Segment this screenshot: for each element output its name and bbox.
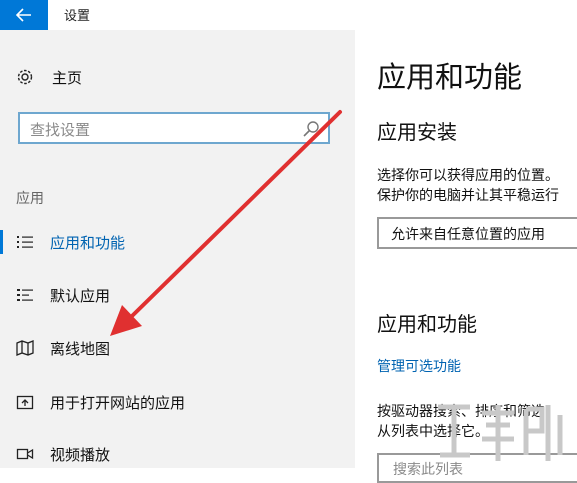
sidebar-item-label: 应用和功能: [50, 234, 126, 252]
search-icon: [303, 121, 319, 137]
sidebar-item-label: 离线地图: [50, 340, 111, 358]
title-bar: 设置: [0, 0, 577, 30]
app-install-heading: 应用安装: [377, 120, 457, 144]
watermark-logo: [438, 404, 563, 461]
manage-optional-features-link[interactable]: 管理可选功能: [377, 356, 461, 376]
map-icon: [16, 340, 34, 356]
video-icon: [16, 448, 34, 460]
sidebar-item-open-websites[interactable]: 用于打开网站的应用: [0, 382, 355, 422]
dropdown-value: 允许来自任意位置的应用: [391, 227, 545, 243]
open-website-icon: [16, 395, 34, 410]
app-source-dropdown[interactable]: 允许来自任意位置的应用: [377, 217, 577, 249]
search-input[interactable]: 查找设置: [18, 112, 330, 144]
window-title: 设置: [64, 9, 91, 24]
install-description-line1: 选择你可以获得应用的位置。: [377, 168, 559, 184]
install-description-line2: 保护你的电脑并让其平稳运行: [377, 188, 559, 204]
page-title: 应用和功能: [377, 60, 523, 94]
home-label: 主页: [52, 68, 83, 87]
sidebar-item-video-playback[interactable]: 视频播放: [0, 434, 355, 474]
sidebar-item-label: 用于打开网站的应用: [50, 394, 186, 412]
sidebar-item-label: 视频播放: [50, 446, 111, 464]
active-indicator: [0, 230, 3, 254]
default-apps-icon: [17, 289, 33, 301]
list-icon: [17, 236, 33, 248]
sidebar-item-label: 默认应用: [50, 287, 111, 305]
search-placeholder: 查找设置: [30, 121, 91, 139]
sidebar-item-default-apps[interactable]: 默认应用: [0, 275, 355, 315]
sidebar: 主页 查找设置 应用 应用和功能 默认应用 离线地图 用于打开网站的应用 视频播…: [0, 30, 355, 468]
sidebar-item-offline-maps[interactable]: 离线地图: [0, 328, 355, 368]
home-nav[interactable]: 主页: [16, 66, 82, 88]
section-label-apps: 应用: [16, 191, 44, 207]
gear-icon: [17, 69, 33, 85]
back-button[interactable]: [0, 0, 48, 30]
apps-features-heading: 应用和功能: [377, 312, 477, 336]
sidebar-item-apps-features[interactable]: 应用和功能: [0, 222, 355, 262]
back-arrow-icon: [16, 8, 31, 22]
